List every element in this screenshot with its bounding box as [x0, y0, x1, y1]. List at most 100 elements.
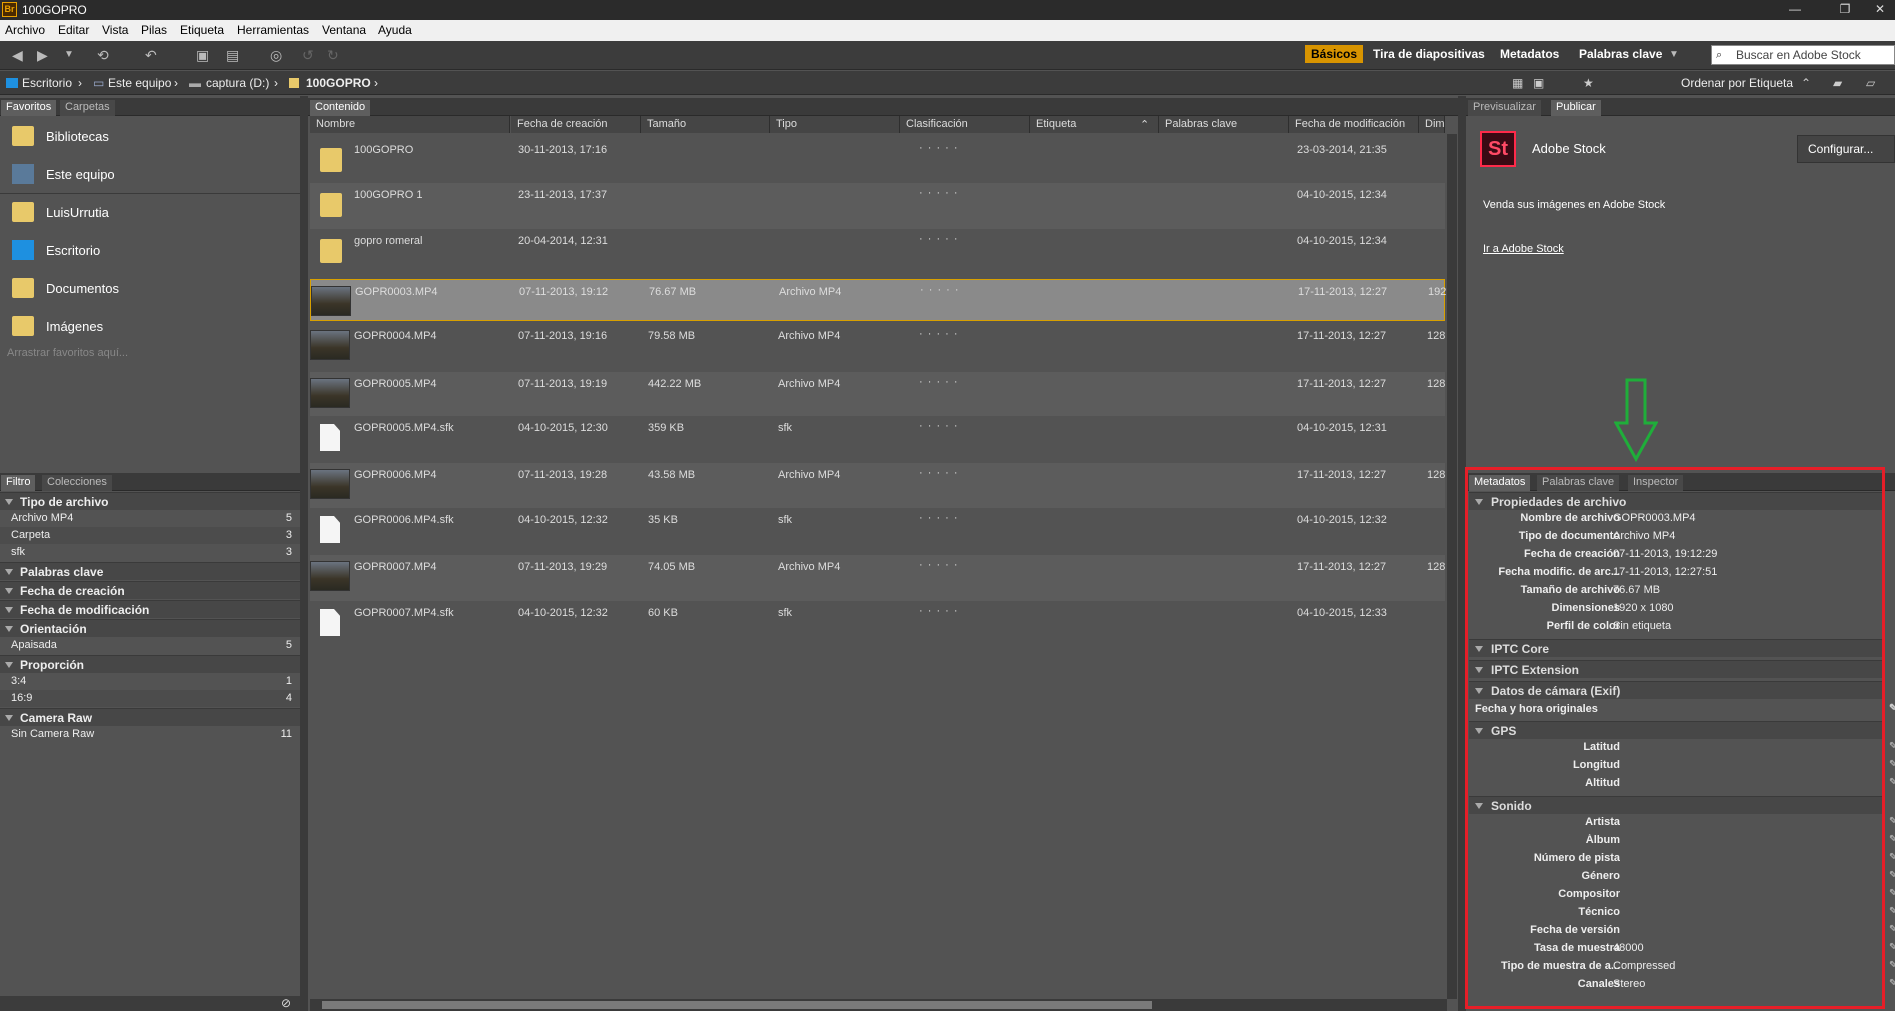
meta-row[interactable]: Fecha de versión ✎: [1469, 924, 1895, 942]
tab-metadatos[interactable]: Metadatos: [1469, 475, 1531, 491]
search-input[interactable]: Buscar en Adobe Stock: [1711, 45, 1895, 65]
new-folder-icon[interactable]: ▰: [1833, 76, 1842, 90]
refine-icon[interactable]: ▤: [226, 47, 239, 64]
edit-pencil-icon[interactable]: ✎: [1889, 777, 1895, 788]
meta-row[interactable]: Género ✎: [1469, 870, 1895, 888]
meta-section-iptc-extension[interactable]: IPTC Extension: [1469, 660, 1883, 678]
column-palabras-clave[interactable]: Palabras clave: [1159, 116, 1289, 133]
meta-row[interactable]: Nombre de archivo GOPR0003.MP4: [1469, 512, 1883, 530]
breadcrumb-100gopro[interactable]: 100GOPRO: [306, 76, 371, 90]
file-row[interactable]: GOPR0007.MP4.sfk 04-10-2015, 12:32 60 KB sf…: [310, 601, 1445, 647]
meta-row[interactable]: Tamaño de archivo 76.67 MB: [1469, 584, 1883, 602]
recent-folder-icon[interactable]: ⟲: [97, 47, 109, 64]
meta-section-exif[interactable]: Datos de cámara (Exif): [1469, 681, 1883, 699]
edit-pencil-icon[interactable]: ✎: [1889, 978, 1895, 989]
tab-filtro[interactable]: Filtro: [1, 475, 36, 491]
favorite-imagenes[interactable]: Imágenes: [0, 309, 300, 345]
file-row[interactable]: GOPR0004.MP4 07-11-2013, 19:16 79.58 MB Arc…: [310, 324, 1445, 372]
edit-pencil-icon[interactable]: ✎: [1889, 703, 1895, 714]
rating-dots[interactable]: · · · · ·: [919, 328, 959, 340]
file-row[interactable]: GOPR0005.MP4 07-11-2013, 19:19 442.22 MB Ar…: [310, 372, 1445, 416]
breadcrumb-escritorio[interactable]: Escritorio: [22, 76, 72, 90]
meta-row[interactable]: Altitud ✎: [1469, 777, 1895, 795]
breadcrumb-este-equipo[interactable]: Este equipo: [108, 76, 171, 90]
filter-palabras-clave[interactable]: Palabras clave: [0, 562, 300, 580]
filter-orientacion[interactable]: Orientación: [0, 619, 300, 637]
meta-row[interactable]: Dimensiones 1920 x 1080: [1469, 602, 1883, 620]
file-row[interactable]: GOPR0006.MP4 07-11-2013, 19:28 43.58 MB Arc…: [310, 463, 1445, 508]
file-row[interactable]: GOPR0007.MP4 07-11-2013, 19:29 74.05 MB Arc…: [310, 555, 1445, 601]
column-tamano[interactable]: Tamaño: [641, 116, 770, 133]
rotate-left-icon[interactable]: ↺: [302, 47, 314, 64]
tab-palabras-clave[interactable]: Palabras clave: [1537, 475, 1620, 491]
breadcrumb-captura[interactable]: captura (D:): [206, 76, 269, 90]
horizontal-scrollbar[interactable]: [310, 999, 1447, 1011]
meta-row[interactable]: Tasa de muestra 48000 ✎: [1469, 942, 1895, 960]
filter-row[interactable]: Sin Camera Raw 11: [0, 726, 300, 743]
forward-icon[interactable]: ▶: [37, 47, 48, 64]
rating-dots[interactable]: · · · · ·: [919, 420, 959, 432]
filter-camera-raw[interactable]: Camera Raw: [0, 708, 300, 726]
menu-pilas[interactable]: Pilas: [141, 23, 167, 37]
meta-row[interactable]: Fecha modific. de arc... 17-11-2013, 12:2…: [1469, 566, 1883, 584]
tab-publicar[interactable]: Publicar: [1551, 100, 1601, 116]
rating-dots[interactable]: · · · · ·: [919, 187, 959, 199]
edit-pencil-icon[interactable]: ✎: [1889, 870, 1895, 881]
tab-inspector[interactable]: Inspector: [1628, 475, 1684, 491]
meta-row[interactable]: Álbum ✎: [1469, 834, 1895, 852]
grid-view-icon[interactable]: ▦: [1512, 76, 1523, 90]
boomerang-icon[interactable]: ↶: [145, 47, 157, 64]
menu-etiqueta[interactable]: Etiqueta: [180, 23, 224, 37]
vertical-scrollbar[interactable]: [1447, 134, 1457, 999]
workspace-palabras-clave[interactable]: Palabras clave: [1579, 47, 1662, 61]
menu-herramientas[interactable]: Herramientas: [237, 23, 309, 37]
sort-dropdown[interactable]: Ordenar por Etiqueta: [1681, 76, 1793, 90]
camera-import-icon[interactable]: ▣: [196, 47, 209, 64]
column-fecha-modificacion[interactable]: Fecha de modificación: [1289, 116, 1419, 133]
meta-row[interactable]: Longitud ✎: [1469, 759, 1895, 777]
adobe-stock-link[interactable]: Ir a Adobe Stock: [1483, 243, 1564, 255]
new-file-icon[interactable]: ▱: [1866, 76, 1875, 90]
workspace-basicos[interactable]: Básicos: [1305, 45, 1364, 63]
chevron-down-icon[interactable]: ▼: [64, 49, 74, 60]
tab-previsualizar[interactable]: Previsualizar: [1468, 100, 1541, 116]
favorite-bibliotecas[interactable]: Bibliotecas: [0, 119, 300, 155]
tab-favoritos[interactable]: Favoritos: [1, 100, 57, 116]
file-row[interactable]: GOPR0005.MP4.sfk 04-10-2015, 12:30 359 KB s…: [310, 416, 1445, 463]
column-tipo[interactable]: Tipo: [770, 116, 900, 133]
edit-pencil-icon[interactable]: ✎: [1889, 816, 1895, 827]
meta-row[interactable]: Número de pista ✎: [1469, 852, 1895, 870]
rotate-right-icon[interactable]: ↻: [327, 47, 339, 64]
meta-section-sonido[interactable]: Sonido: [1469, 796, 1883, 814]
meta-section-iptc-core[interactable]: IPTC Core: [1469, 639, 1883, 657]
minimize-icon[interactable]: —: [1775, 0, 1815, 20]
column-fecha-creacion[interactable]: Fecha de creación: [511, 116, 641, 133]
menu-ayuda[interactable]: Ayuda: [378, 23, 412, 37]
sort-direction-icon[interactable]: ⌃: [1801, 76, 1811, 90]
workspace-tira[interactable]: Tira de diapositivas: [1373, 47, 1485, 61]
open-camera-raw-icon[interactable]: ◎: [270, 47, 282, 64]
filter-row[interactable]: Archivo MP4 5: [0, 510, 300, 527]
meta-row[interactable]: Perfil de color Sin etiqueta: [1469, 620, 1883, 638]
rating-dots[interactable]: · · · · ·: [919, 467, 959, 479]
meta-row[interactable]: Compositor ✎: [1469, 888, 1895, 906]
favorite-este-equipo[interactable]: Este equipo: [0, 157, 300, 193]
meta-row[interactable]: Latitud ✎: [1469, 741, 1895, 759]
file-row[interactable]: GOPR0006.MP4.sfk 04-10-2015, 12:32 35 KB sf…: [310, 508, 1445, 555]
column-clasificacion[interactable]: Clasificación: [900, 116, 1030, 133]
edit-pencil-icon[interactable]: ✎: [1889, 834, 1895, 845]
rating-dots[interactable]: · · · · ·: [919, 559, 959, 571]
rating-dots[interactable]: · · · · ·: [919, 142, 959, 154]
menu-archivo[interactable]: Archivo: [5, 23, 45, 37]
star-filter-icon[interactable]: ★: [1583, 76, 1594, 90]
edit-pencil-icon[interactable]: ✎: [1889, 759, 1895, 770]
meta-section-propiedades[interactable]: Propiedades de archivo: [1469, 492, 1883, 510]
close-icon[interactable]: ✕: [1865, 0, 1895, 20]
edit-pencil-icon[interactable]: ✎: [1889, 906, 1895, 917]
workspace-menu-icon[interactable]: ▼: [1669, 49, 1679, 60]
back-icon[interactable]: ◀: [12, 47, 23, 64]
scrollbar-thumb[interactable]: [322, 1001, 1152, 1009]
workspace-metadatos[interactable]: Metadatos: [1500, 47, 1559, 61]
filter-row[interactable]: sfk 3: [0, 544, 300, 561]
filter-row[interactable]: Carpeta 3: [0, 527, 300, 544]
